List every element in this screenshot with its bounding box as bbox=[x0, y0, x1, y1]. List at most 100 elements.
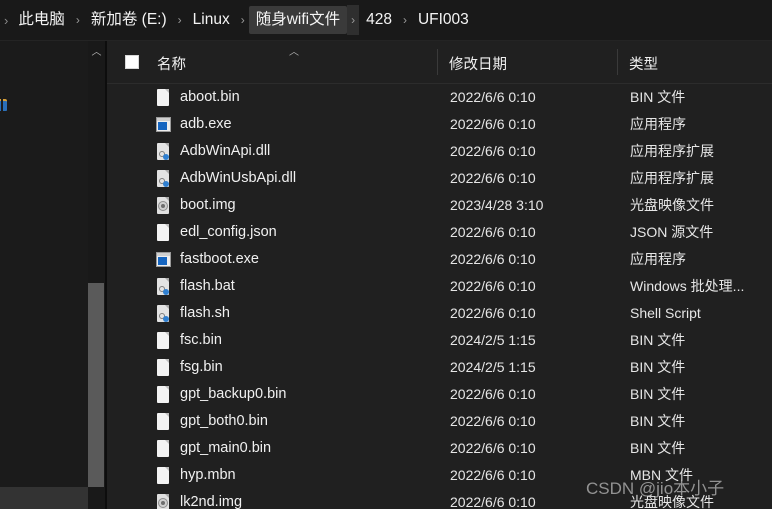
breadcrumb-item-new-volume-e[interactable]: 新加卷 (E:) bbox=[84, 6, 174, 34]
scroll-up-chevron-icon[interactable]: ︿ bbox=[88, 45, 105, 61]
file-type-cell: BIN 文件 bbox=[630, 359, 686, 375]
file-name-cell[interactable]: gpt_main0.bin bbox=[180, 439, 271, 458]
file-icon-cell bbox=[155, 467, 172, 485]
file-name-cell[interactable]: flash.sh bbox=[180, 304, 230, 323]
file-date-cell: 2024/2/5 1:15 bbox=[450, 359, 536, 375]
folder-icon-crop-edge bbox=[1, 98, 3, 113]
file-name-cell[interactable]: adb.exe bbox=[180, 115, 232, 134]
file-type-cell: BIN 文件 bbox=[630, 440, 686, 456]
sort-ascending-caret-icon: ︿ bbox=[289, 47, 299, 58]
table-row[interactable]: adb.exe 2022/6/6 0:10 应用程序 bbox=[107, 111, 772, 138]
file-name-cell[interactable]: gpt_backup0.bin bbox=[180, 385, 286, 404]
file-icon-cell bbox=[155, 89, 172, 107]
table-row[interactable]: fsc.bin 2024/2/5 1:15 BIN 文件 bbox=[107, 327, 772, 354]
file-date-cell: 2022/6/6 0:10 bbox=[450, 413, 536, 429]
breadcrumb-lead-chevron-icon: › bbox=[4, 12, 9, 28]
breadcrumb-chevron-icon-2[interactable]: › bbox=[174, 5, 186, 35]
file-date-cell: 2022/6/6 0:10 bbox=[450, 494, 536, 509]
file-list-pane[interactable]: ︿ 名称 修改日期 类型 aboot.bin 2022/6/6 0:10 BIN 文… bbox=[107, 41, 772, 509]
file-type-cell: BIN 文件 bbox=[630, 332, 686, 348]
file-name-cell[interactable]: gpt_both0.bin bbox=[180, 412, 268, 431]
file-doc-icon bbox=[155, 89, 172, 107]
table-row[interactable]: AdbWinUsbApi.dll 2022/6/6 0:10 应用程序扩展 bbox=[107, 165, 772, 192]
column-header-type[interactable]: 类型 bbox=[629, 53, 658, 74]
breadcrumb-item-ufi003[interactable]: UFI003 bbox=[411, 6, 476, 34]
column-divider-1[interactable] bbox=[437, 49, 438, 75]
file-name-cell[interactable]: AdbWinApi.dll bbox=[180, 142, 270, 161]
file-type-cell: BIN 文件 bbox=[630, 386, 686, 402]
file-application-icon bbox=[155, 251, 172, 269]
breadcrumb-item-linux[interactable]: Linux bbox=[186, 6, 237, 34]
table-row[interactable]: flash.sh 2022/6/6 0:10 Shell Script bbox=[107, 300, 772, 327]
file-explorer-window: › 此电脑 › 新加卷 (E:) › Linux › 随身wifi文件 › 42… bbox=[0, 0, 772, 509]
file-icon-cell bbox=[155, 359, 172, 377]
breadcrumb-item-wifi-files[interactable]: 随身wifi文件 bbox=[248, 6, 348, 34]
file-type-cell: Shell Script bbox=[630, 305, 701, 321]
file-icon-cell bbox=[155, 386, 172, 404]
file-name-cell[interactable]: fastboot.exe bbox=[180, 250, 259, 269]
file-date-cell: 2023/4/28 3:10 bbox=[450, 197, 544, 213]
file-icon-cell bbox=[155, 440, 172, 458]
file-type-cell: 应用程序 bbox=[630, 251, 686, 267]
table-row[interactable]: edl_config.json 2022/6/6 0:10 JSON 源文件 bbox=[107, 219, 772, 246]
file-date-cell: 2022/6/6 0:10 bbox=[450, 116, 536, 132]
breadcrumb-item-428[interactable]: 428 bbox=[359, 6, 399, 34]
file-name-cell[interactable]: AdbWinUsbApi.dll bbox=[180, 169, 296, 188]
file-date-cell: 2022/6/6 0:10 bbox=[450, 89, 536, 105]
file-doc-icon bbox=[155, 413, 172, 431]
table-row[interactable]: lk2nd.img 2022/6/6 0:10 光盘映像文件 bbox=[107, 489, 772, 509]
breadcrumb-chevron-icon-1[interactable]: › bbox=[72, 5, 84, 35]
file-name-cell[interactable]: fsg.bin bbox=[180, 358, 223, 377]
breadcrumb-chevron-icon-3[interactable]: › bbox=[237, 5, 249, 35]
file-name-cell[interactable]: fsc.bin bbox=[180, 331, 222, 350]
table-row[interactable]: aboot.bin 2022/6/6 0:10 BIN 文件 bbox=[107, 84, 772, 111]
file-name-cell[interactable]: flash.bat bbox=[180, 277, 235, 296]
scrollbar-thumb[interactable] bbox=[88, 283, 104, 488]
file-icon-cell bbox=[155, 332, 172, 350]
navigation-pane[interactable] bbox=[0, 41, 88, 487]
file-icon-cell bbox=[155, 494, 172, 509]
file-date-cell: 2024/2/5 1:15 bbox=[450, 332, 536, 348]
breadcrumb-chevron-icon-4[interactable]: › bbox=[347, 5, 360, 35]
file-date-cell: 2022/6/6 0:10 bbox=[450, 305, 536, 321]
file-icon-cell bbox=[155, 116, 172, 134]
breadcrumb-item-this-pc[interactable]: 此电脑 bbox=[11, 6, 72, 34]
file-date-cell: 2022/6/6 0:10 bbox=[450, 278, 536, 294]
status-bar-gap bbox=[88, 487, 105, 509]
table-row[interactable]: hyp.mbn 2022/6/6 0:10 MBN 文件 bbox=[107, 462, 772, 489]
table-row[interactable]: gpt_both0.bin 2022/6/6 0:10 BIN 文件 bbox=[107, 408, 772, 435]
folder-icon bbox=[0, 98, 9, 113]
column-header-name[interactable]: 名称 bbox=[157, 53, 186, 74]
table-row[interactable]: AdbWinApi.dll 2022/6/6 0:10 应用程序扩展 bbox=[107, 138, 772, 165]
table-row[interactable]: gpt_backup0.bin 2022/6/6 0:10 BIN 文件 bbox=[107, 381, 772, 408]
navigation-pane-scrollbar[interactable]: ︿ bbox=[88, 41, 105, 488]
file-script-icon bbox=[155, 305, 172, 323]
select-all-checkbox[interactable] bbox=[125, 55, 139, 69]
table-row[interactable]: fastboot.exe 2022/6/6 0:10 应用程序 bbox=[107, 246, 772, 273]
file-doc-icon bbox=[155, 359, 172, 377]
file-name-cell[interactable]: lk2nd.img bbox=[180, 493, 242, 509]
table-row[interactable]: gpt_main0.bin 2022/6/6 0:10 BIN 文件 bbox=[107, 435, 772, 462]
file-name-cell[interactable]: edl_config.json bbox=[180, 223, 277, 242]
file-script-icon bbox=[155, 278, 172, 296]
file-name-cell[interactable]: boot.img bbox=[180, 196, 236, 215]
file-name-cell[interactable]: hyp.mbn bbox=[180, 466, 236, 485]
file-icon-cell bbox=[155, 305, 172, 323]
file-type-cell: 应用程序扩展 bbox=[630, 143, 714, 159]
column-header-date-modified[interactable]: 修改日期 bbox=[449, 53, 507, 74]
table-row[interactable]: fsg.bin 2024/2/5 1:15 BIN 文件 bbox=[107, 354, 772, 381]
address-bar[interactable]: › 此电脑 › 新加卷 (E:) › Linux › 随身wifi文件 › 42… bbox=[0, 0, 772, 41]
file-doc-icon bbox=[155, 440, 172, 458]
file-type-cell: MBN 文件 bbox=[630, 467, 693, 483]
file-date-cell: 2022/6/6 0:10 bbox=[450, 170, 536, 186]
file-name-cell[interactable]: aboot.bin bbox=[180, 88, 240, 107]
table-row[interactable]: boot.img 2023/4/28 3:10 光盘映像文件 bbox=[107, 192, 772, 219]
file-type-cell: BIN 文件 bbox=[630, 89, 686, 105]
file-disc-image-icon bbox=[155, 197, 172, 215]
table-row[interactable]: flash.bat 2022/6/6 0:10 Windows 批处理... bbox=[107, 273, 772, 300]
breadcrumb-chevron-icon-5[interactable]: › bbox=[399, 5, 411, 35]
file-date-cell: 2022/6/6 0:10 bbox=[450, 386, 536, 402]
column-divider-2[interactable] bbox=[617, 49, 618, 75]
breadcrumb: 此电脑 › 新加卷 (E:) › Linux › 随身wifi文件 › 428 … bbox=[11, 5, 475, 35]
file-type-cell: 应用程序 bbox=[630, 116, 686, 132]
